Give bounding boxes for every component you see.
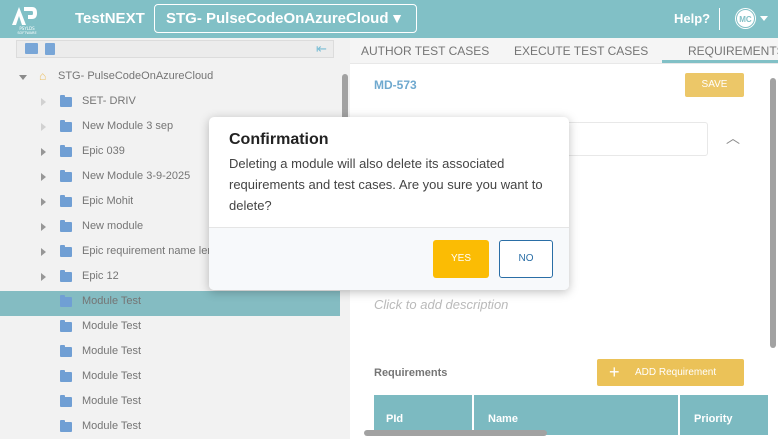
confirmation-dialog: Confirmation Deleting a module will also… xyxy=(209,117,569,290)
yes-button[interactable]: YES xyxy=(433,240,489,278)
dialog-message: Deleting a module will also delete its a… xyxy=(229,156,543,213)
dialog-footer: YES NO xyxy=(209,227,569,290)
dialog-title: Confirmation xyxy=(229,131,329,148)
no-button[interactable]: NO xyxy=(499,240,553,278)
